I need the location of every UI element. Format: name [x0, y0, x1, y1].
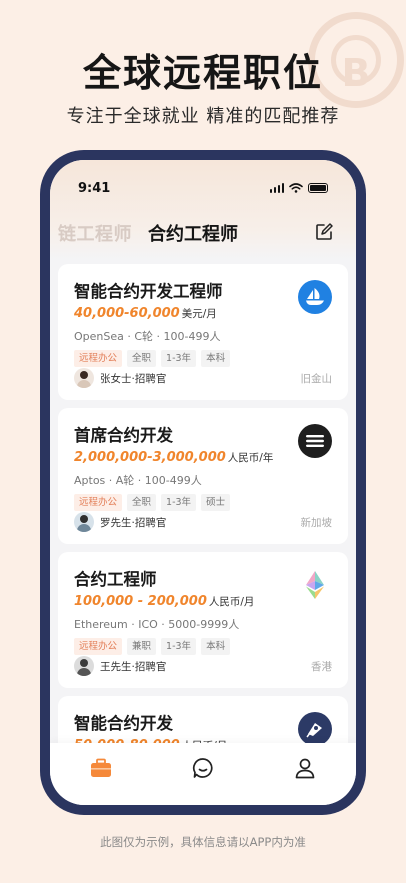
edit-icon[interactable]: [314, 222, 334, 242]
recruiter-name: 罗先生·招聘官: [100, 516, 167, 529]
status-bar: 9:41: [50, 178, 356, 198]
rocket-logo: [298, 712, 332, 746]
job-salary: 100,000 - 200,000: [74, 594, 207, 609]
job-tag: 全职: [127, 350, 157, 367]
salary-unit: 人民币/月: [208, 596, 255, 608]
salary-unit: 美元/月: [181, 308, 217, 320]
job-city: 旧金山: [300, 373, 333, 385]
salary-unit: 人民币/年: [227, 452, 274, 464]
phone-frame: 9:41 链工程师 合约工程师 智能合约开发工程师 40,000-60,000 …: [40, 150, 366, 815]
company-info: Aptos · A轮 · 100-499人: [74, 474, 202, 487]
job-title: 智能合约开发工程师: [74, 282, 223, 301]
nav-messages[interactable]: [183, 748, 223, 788]
job-title: 智能合约开发: [74, 714, 173, 733]
disclaimer: 此图仅为示例，具体信息请以APP内为准: [100, 835, 306, 849]
job-tag: 1-3年: [161, 350, 197, 367]
job-city: 新加坡: [300, 517, 333, 529]
job-card[interactable]: 合约工程师 100,000 - 200,000 人民币/月 Ethereum ·…: [58, 552, 348, 688]
job-card[interactable]: 首席合约开发 2,000,000-3,000,000 人民币/年 Aptos ·…: [58, 408, 348, 544]
job-tag: 本科: [201, 350, 231, 367]
job-tag: 远程办公: [74, 638, 123, 655]
job-tag: 远程办公: [74, 350, 123, 367]
battery-icon: [308, 183, 328, 193]
tab-previous[interactable]: 链工程师: [58, 220, 132, 246]
signal-icon: [269, 183, 284, 193]
avatar: [74, 656, 94, 676]
recruiter-name: 张女士·招聘官: [100, 372, 167, 385]
promo-headline: 全球远程职位: [82, 51, 323, 95]
nav-jobs[interactable]: [81, 748, 121, 788]
recruiter: 张女士·招聘官: [74, 368, 166, 388]
job-tag: 本科: [201, 638, 231, 655]
briefcase-icon: [91, 758, 111, 777]
job-title: 合约工程师: [74, 570, 157, 589]
recruiter: 王先生·招聘官: [74, 656, 166, 676]
user-icon: [295, 758, 315, 779]
avatar: [74, 512, 94, 532]
job-tags: 远程办公 兼职 1-3年 本科: [74, 638, 332, 655]
category-tabs: 链工程师 合约工程师: [50, 218, 356, 248]
job-tag: 1-3年: [161, 638, 197, 655]
avatar: [74, 368, 94, 388]
job-salary: 40,000-60,000: [74, 306, 180, 321]
company-info: OpenSea · C轮 · 100-499人: [74, 330, 221, 343]
ethereum-logo: [298, 568, 332, 602]
job-tag: 远程办公: [74, 494, 123, 511]
job-tag: 兼职: [127, 638, 157, 655]
promo-subline: 专注于全球就业 精准的匹配推荐: [66, 106, 340, 127]
job-tag: 1-3年: [161, 494, 197, 511]
job-city: 香港: [311, 661, 332, 673]
job-tags: 远程办公 全职 1-3年 本科: [74, 350, 332, 367]
status-icons: [269, 183, 328, 193]
tab-active[interactable]: 合约工程师: [148, 220, 238, 246]
chat-icon: [192, 758, 213, 778]
job-tag: 全职: [127, 494, 157, 511]
nav-profile[interactable]: [285, 748, 325, 788]
job-title: 首席合约开发: [74, 426, 173, 445]
job-tags: 远程办公 全职 1-3年 硕士: [74, 494, 332, 511]
opensea-logo: [298, 280, 332, 314]
job-tag: 硕士: [201, 494, 231, 511]
job-salary: 2,000,000-3,000,000: [74, 450, 226, 465]
status-time: 9:41: [78, 180, 111, 196]
job-card[interactable]: 智能合约开发工程师 40,000-60,000 美元/月 OpenSea · C…: [58, 264, 348, 400]
app-screen: 9:41 链工程师 合约工程师 智能合约开发工程师 40,000-60,000 …: [50, 160, 356, 805]
aptos-logo: [298, 424, 332, 458]
company-info: Ethereum · ICO · 5000-9999人: [74, 618, 240, 631]
recruiter-name: 王先生·招聘官: [100, 660, 167, 673]
bottom-nav: [50, 743, 356, 805]
recruiter: 罗先生·招聘官: [74, 512, 166, 532]
wifi-icon: [289, 183, 303, 193]
job-list: 智能合约开发工程师 40,000-60,000 美元/月 OpenSea · C…: [58, 264, 348, 764]
